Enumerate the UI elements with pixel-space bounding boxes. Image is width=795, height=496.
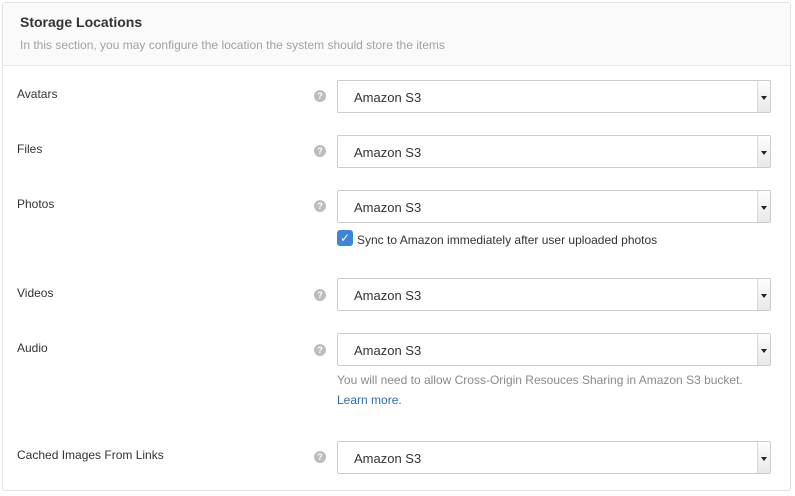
cached-images-storage-select[interactable]: Amazon S3 <box>337 441 771 474</box>
chevron-down-icon <box>757 191 770 222</box>
chevron-down-icon <box>757 136 770 167</box>
cached-images-label: Cached Images From Links <box>17 448 164 462</box>
help-icon[interactable]: ? <box>314 289 326 301</box>
audio-storage-select[interactable]: Amazon S3 <box>337 333 771 366</box>
photos-sync-label[interactable]: Sync to Amazon immediately after user up… <box>357 233 657 247</box>
chevron-down-icon <box>757 279 770 310</box>
select-value: Amazon S3 <box>354 145 422 160</box>
files-label: Files <box>17 142 43 156</box>
chevron-down-icon <box>757 81 770 112</box>
learn-more-link[interactable]: Learn more. <box>337 393 402 407</box>
select-value: Amazon S3 <box>354 200 422 215</box>
panel-description: In this section, you may configure the l… <box>20 38 445 52</box>
select-value: Amazon S3 <box>354 343 422 358</box>
chevron-down-icon <box>757 442 770 473</box>
select-value: Amazon S3 <box>354 90 422 105</box>
help-icon[interactable]: ? <box>314 145 326 157</box>
select-value: Amazon S3 <box>354 288 422 303</box>
panel-header: Storage Locations In this section, you m… <box>3 3 790 66</box>
photos-storage-select[interactable]: Amazon S3 <box>337 190 771 223</box>
photos-label: Photos <box>17 197 55 211</box>
videos-storage-select[interactable]: Amazon S3 <box>337 278 771 311</box>
select-value: Amazon S3 <box>354 451 422 466</box>
chevron-down-icon <box>757 334 770 365</box>
avatars-label: Avatars <box>17 87 58 101</box>
audio-label: Audio <box>17 341 48 355</box>
panel-title: Storage Locations <box>20 14 143 30</box>
help-icon[interactable]: ? <box>314 344 326 356</box>
avatars-storage-select[interactable]: Amazon S3 <box>337 80 771 113</box>
photos-sync-checkbox[interactable]: ✓ <box>337 230 353 246</box>
videos-label: Videos <box>17 286 54 300</box>
files-storage-select[interactable]: Amazon S3 <box>337 135 771 168</box>
help-icon[interactable]: ? <box>314 200 326 212</box>
help-icon[interactable]: ? <box>314 90 326 102</box>
help-icon[interactable]: ? <box>314 451 326 463</box>
audio-cors-hint: You will need to allow Cross-Origin Reso… <box>337 373 743 387</box>
